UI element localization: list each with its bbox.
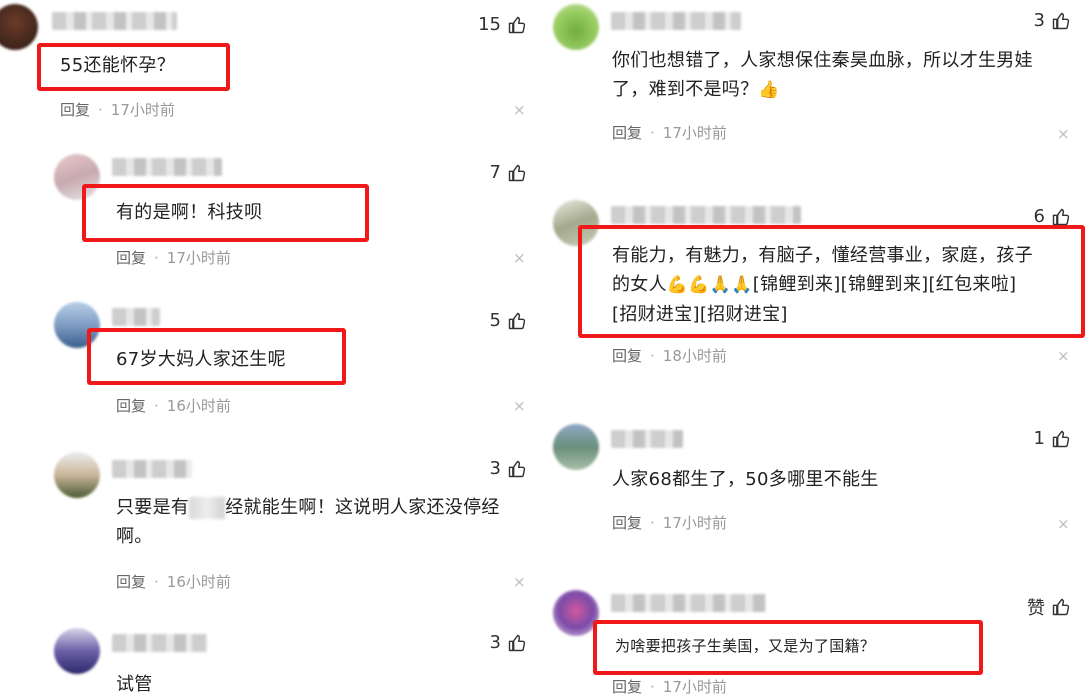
reply-link[interactable]: 回复 <box>60 99 90 120</box>
thumb-up-icon <box>1051 11 1071 31</box>
comment-item: 1 人家68都生了，50多哪里不能生 回复 · 17小时前 × <box>545 420 1089 550</box>
comment-text: 只要是有 经就能生啊！这说明人家还没停经 啊。 <box>116 497 500 547</box>
comment-meta: 回复 · 18小时前 <box>612 345 727 366</box>
comment-text: 为啥要把孩子生美国，又是为了国籍？ <box>615 637 876 655</box>
comment-item: 赞 为啥要把孩子生美国，又是为了国籍？ 回复 · 17小时前 <box>545 586 1089 696</box>
comment-meta: 回复 · 17小时前 <box>612 122 727 143</box>
like-button[interactable]: 赞 <box>1027 594 1071 620</box>
like-button[interactable]: 5 <box>490 310 527 331</box>
thumbs-up-emoji: 👍 <box>758 80 780 100</box>
timestamp: 17小时前 <box>166 249 231 267</box>
like-count: 3 <box>489 632 501 653</box>
close-icon[interactable]: × <box>1057 127 1070 142</box>
avatar[interactable] <box>54 154 100 200</box>
comment-meta: 回复 · 17小时前 <box>612 512 727 533</box>
close-icon[interactable]: × <box>513 575 526 590</box>
close-icon[interactable]: × <box>513 399 526 414</box>
thumb-up-icon <box>507 633 527 653</box>
reply-link[interactable]: 回复 <box>612 345 642 366</box>
thumb-up-icon <box>507 15 527 35</box>
timestamp: 17小时前 <box>110 101 175 119</box>
thumb-up-icon <box>507 459 527 479</box>
like-button[interactable]: 3 <box>1034 10 1071 31</box>
comment-text: 有的是啊！科技呗 <box>116 202 263 223</box>
username-blurred <box>611 594 766 612</box>
like-button[interactable]: 3 <box>490 632 527 653</box>
comment-meta: 回复 · 17小时前 <box>60 99 175 120</box>
comment-meta: 回复 · 16小时前 <box>116 571 231 592</box>
thumb-up-icon <box>507 163 527 183</box>
username-blurred <box>611 12 741 30</box>
close-icon[interactable]: × <box>513 103 526 118</box>
comment-text: 你们也想错了，人家想保住秦昊血脉，所以才生男娃 了，难到不是吗？👍 <box>612 50 1033 100</box>
reply-link[interactable]: 回复 <box>612 676 642 697</box>
avatar[interactable] <box>54 302 100 348</box>
thumb-up-icon <box>1051 207 1071 227</box>
comment-meta: 回复 · 16小时前 <box>116 395 231 416</box>
reply-link[interactable]: 回复 <box>612 512 642 533</box>
emoji-row: 💪💪🙏🙏 <box>666 275 753 295</box>
username-blurred <box>611 206 801 224</box>
username-blurred <box>611 430 683 448</box>
like-count: 3 <box>1033 10 1045 31</box>
like-button[interactable]: 6 <box>1034 206 1071 227</box>
thumb-up-icon <box>1051 429 1071 449</box>
comment-item: 3 你们也想错了，人家想保住秦昊血脉，所以才生男娃 了，难到不是吗？👍 回复 ·… <box>545 0 1089 180</box>
like-count: 15 <box>478 14 501 35</box>
username-blurred <box>112 460 192 478</box>
close-icon[interactable]: × <box>1057 517 1070 532</box>
comment-text: 有能力，有魅力，有脑子，懂经营事业，家庭，孩子 的女人💪💪🙏🙏[锦鲤到来][锦鲤… <box>612 245 1033 325</box>
close-icon[interactable]: × <box>513 251 526 266</box>
username-blurred <box>112 308 160 326</box>
comment-meta: 回复 · 17小时前 <box>612 676 727 697</box>
like-count: 3 <box>489 458 501 479</box>
timestamp: 17小时前 <box>662 678 727 696</box>
left-comment-column: 15 55还能怀孕？ 回复 · 17小时前 × 7 有的是啊！科技呗 回复 · … <box>0 0 545 696</box>
reply-link[interactable]: 回复 <box>612 122 642 143</box>
comment-item: 3 只要是有 经就能生啊！这说明人家还没停经 啊。 回复 · 16小时前 × <box>0 446 545 606</box>
comment-meta: 回复 · 17小时前 <box>116 247 231 268</box>
like-label: 赞 <box>1027 598 1045 619</box>
timestamp: 18小时前 <box>662 347 727 365</box>
censor-blur <box>189 497 226 519</box>
like-count: 7 <box>489 162 501 183</box>
username-blurred <box>52 12 177 30</box>
comment-text: 试管 <box>116 674 153 695</box>
like-count: 1 <box>1033 428 1045 449</box>
comment-text: 55还能怀孕？ <box>60 55 176 76</box>
timestamp: 16小时前 <box>166 573 231 591</box>
username-blurred <box>112 158 222 176</box>
reply-link[interactable]: 回复 <box>116 247 146 268</box>
avatar[interactable] <box>0 4 38 50</box>
right-comment-column: 3 你们也想错了，人家想保住秦昊血脉，所以才生男娃 了，难到不是吗？👍 回复 ·… <box>545 0 1089 696</box>
comment-item: 5 67岁大妈人家还生呢 回复 · 16小时前 × <box>0 298 545 428</box>
comment-item: 15 55还能怀孕？ 回复 · 17小时前 × <box>0 0 545 140</box>
avatar[interactable] <box>553 424 599 470</box>
avatar[interactable] <box>54 628 100 674</box>
thumb-up-icon <box>1051 597 1071 617</box>
comment-item: 7 有的是啊！科技呗 回复 · 17小时前 × <box>0 150 545 280</box>
username-blurred <box>112 634 207 652</box>
like-button[interactable]: 15 <box>478 14 527 35</box>
avatar[interactable] <box>553 4 599 50</box>
thumb-up-icon <box>507 311 527 331</box>
like-button[interactable]: 1 <box>1034 428 1071 449</box>
close-icon[interactable]: × <box>1057 349 1070 364</box>
reply-link[interactable]: 回复 <box>116 571 146 592</box>
like-button[interactable]: 3 <box>490 458 527 479</box>
avatar[interactable] <box>553 200 599 246</box>
comment-text: 人家68都生了，50多哪里不能生 <box>612 469 879 490</box>
timestamp: 16小时前 <box>166 397 231 415</box>
avatar[interactable] <box>553 590 599 636</box>
comment-item: 3 试管 <box>0 622 545 696</box>
comment-item: 6 有能力，有魅力，有脑子，懂经营事业，家庭，孩子 的女人💪💪🙏🙏[锦鲤到来][… <box>545 198 1089 388</box>
comment-text: 67岁大妈人家还生呢 <box>116 349 286 370</box>
like-count: 5 <box>489 310 501 331</box>
like-button[interactable]: 7 <box>490 162 527 183</box>
avatar[interactable] <box>54 452 100 498</box>
timestamp: 17小时前 <box>662 124 727 142</box>
reply-link[interactable]: 回复 <box>116 395 146 416</box>
like-count: 6 <box>1033 206 1045 227</box>
timestamp: 17小时前 <box>662 514 727 532</box>
